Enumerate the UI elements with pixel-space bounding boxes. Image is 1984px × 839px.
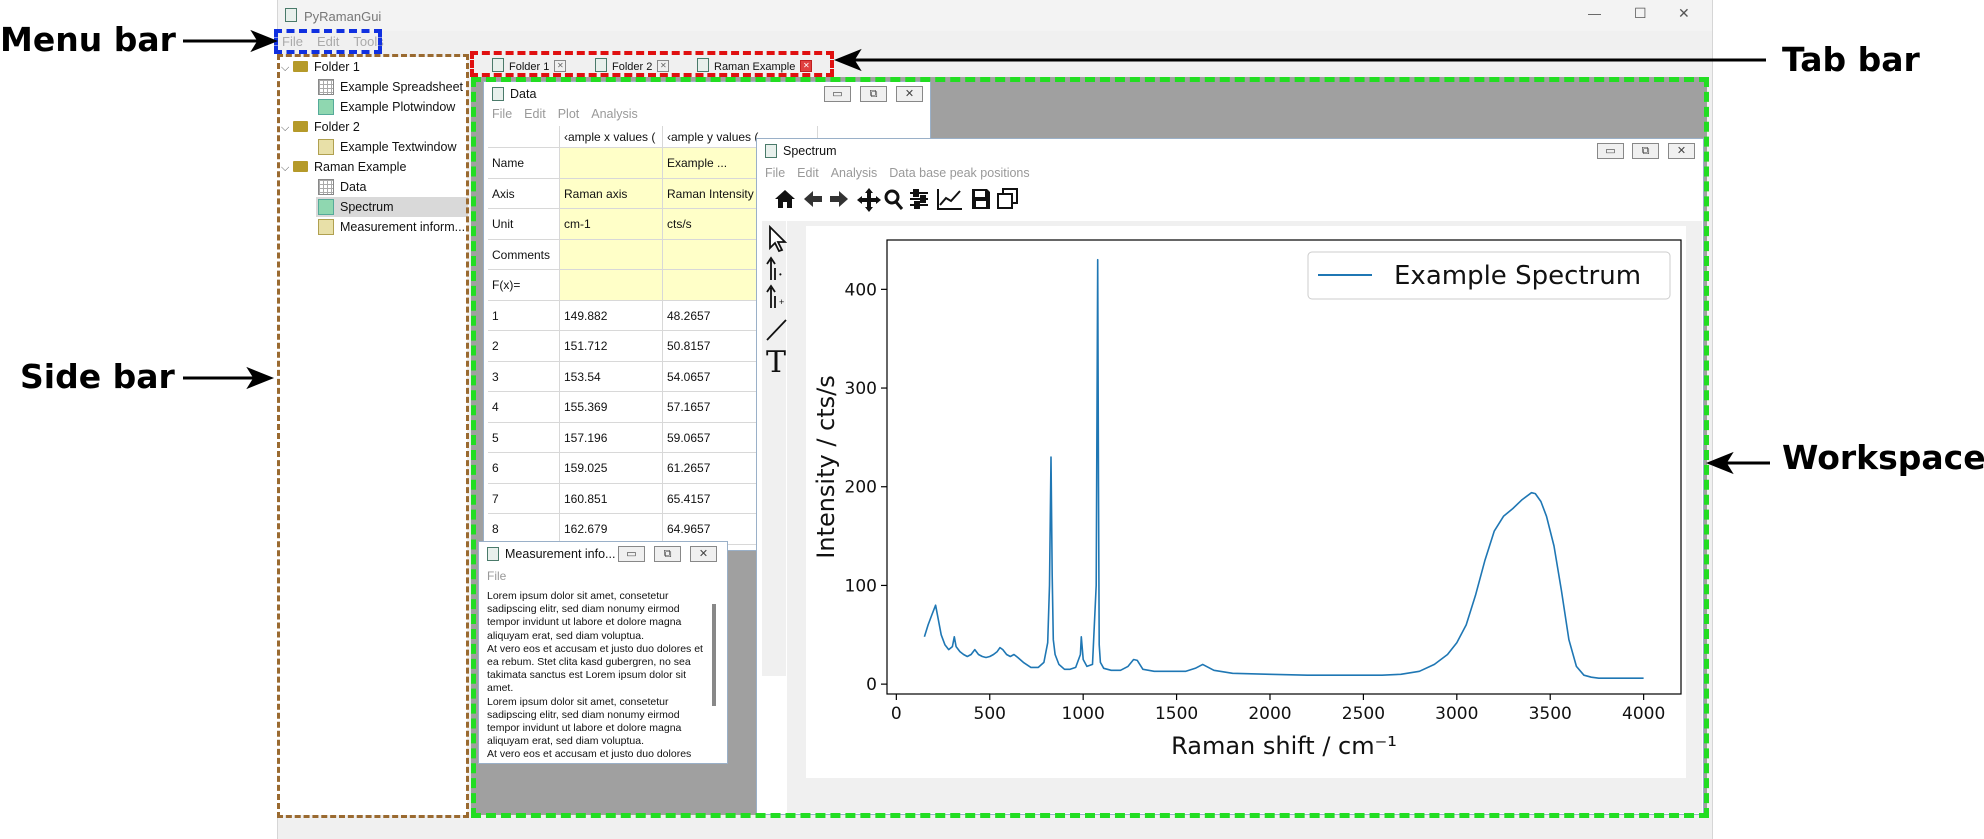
callout-arrows [183,29,1770,475]
